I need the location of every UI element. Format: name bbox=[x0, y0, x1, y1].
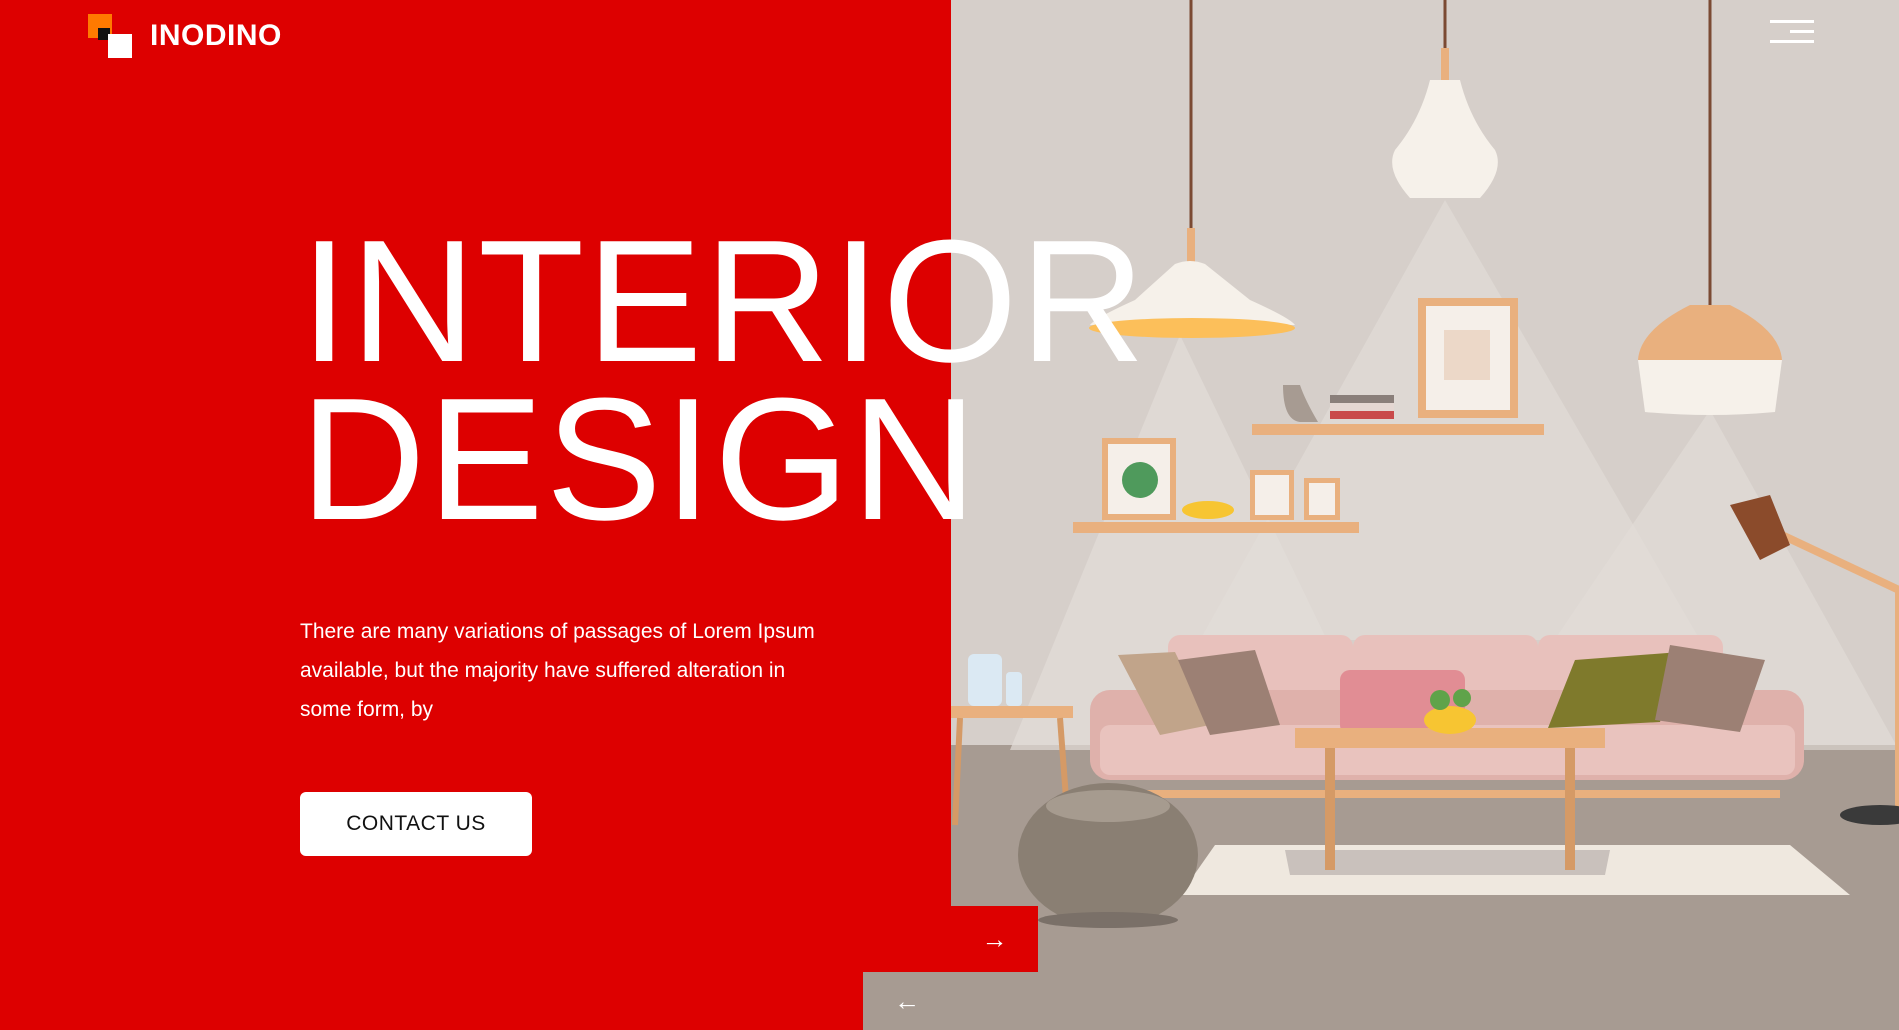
arrow-right-icon: → bbox=[981, 923, 1008, 954]
hero-title: INTERIOR DESIGN bbox=[300, 203, 1148, 556]
logo-icon bbox=[88, 14, 132, 58]
brand-name: INODINO bbox=[150, 19, 282, 52]
slider-prev-button[interactable]: ← bbox=[863, 972, 951, 1030]
contact-us-button[interactable]: CONTACT US bbox=[300, 792, 532, 856]
hero-description: There are many variations of passages of… bbox=[300, 620, 815, 721]
pouf bbox=[1018, 783, 1198, 928]
hero-title-line-2: DESIGN bbox=[300, 361, 980, 556]
slider-next-button[interactable]: → bbox=[951, 906, 1038, 972]
hero-title-line-1: INTERIOR bbox=[300, 203, 1148, 398]
arrow-left-icon: ← bbox=[894, 985, 920, 1016]
brand-logo[interactable]: INODINO bbox=[88, 14, 282, 58]
hamburger-menu-icon[interactable] bbox=[1766, 18, 1814, 48]
